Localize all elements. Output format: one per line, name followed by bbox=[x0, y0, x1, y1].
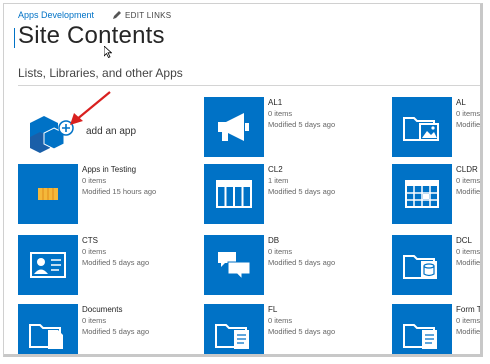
breadcrumb-site-link[interactable]: Apps Development bbox=[18, 10, 94, 20]
app-tile-square[interactable] bbox=[204, 164, 264, 224]
tile-title[interactable]: AL bbox=[456, 97, 480, 108]
app-tile-square[interactable] bbox=[18, 164, 78, 224]
tile-title[interactable]: DCL bbox=[456, 235, 480, 246]
tile-modified: Modified 5 days ago bbox=[456, 258, 483, 267]
form-library-icon bbox=[215, 324, 249, 349]
app-tile-square[interactable] bbox=[392, 235, 452, 295]
tile-title[interactable]: CLDR bbox=[456, 164, 480, 175]
app-catalog-icon bbox=[38, 188, 58, 200]
page-title: Site Contents bbox=[18, 22, 165, 49]
tile-info: CLDR 0 items Modified 5 days ago bbox=[456, 164, 483, 197]
app-tile-square[interactable] bbox=[204, 304, 264, 354]
mouse-cursor-icon bbox=[104, 46, 112, 58]
title-accent-line bbox=[14, 28, 15, 48]
tile-modified: Modified 5 days ago bbox=[456, 327, 483, 336]
custom-list-icon bbox=[216, 180, 252, 208]
app-tile-square[interactable] bbox=[18, 304, 78, 354]
tile-modified: Modified 5 days ago bbox=[456, 120, 483, 129]
section-heading: Lists, Libraries, and other Apps bbox=[18, 66, 183, 80]
app-tile-square[interactable] bbox=[18, 235, 78, 295]
tile-item-count: 0 items bbox=[456, 176, 481, 185]
section-divider bbox=[18, 85, 480, 86]
megaphone-icon bbox=[218, 113, 249, 141]
site-contents-window: Apps Development EDIT LINKS Site Content… bbox=[3, 3, 483, 357]
document-library-icon bbox=[29, 324, 63, 349]
form-library-icon bbox=[403, 324, 437, 349]
tile-item-count: 0 items bbox=[456, 109, 481, 118]
discussion-board-icon bbox=[218, 252, 251, 281]
tile-info: DCL 0 items Modified 5 days ago bbox=[456, 235, 483, 268]
annotation-arrow bbox=[70, 91, 111, 125]
tile-modified: Modified 5 days ago bbox=[456, 187, 483, 196]
contacts-icon bbox=[30, 252, 66, 278]
tile-item-count: 0 items bbox=[456, 247, 481, 256]
edit-links-button[interactable]: EDIT LINKS bbox=[112, 10, 171, 20]
app-tile-square[interactable] bbox=[204, 235, 264, 295]
tile-title[interactable]: Form T bbox=[456, 304, 480, 315]
tile-info: AL 0 items Modified 5 days ago bbox=[456, 97, 483, 130]
app-tile-square[interactable] bbox=[392, 304, 452, 354]
tile-item-count: 0 items bbox=[456, 316, 481, 325]
pencil-icon bbox=[113, 11, 121, 19]
calendar-icon bbox=[405, 180, 439, 208]
picture-library-icon bbox=[403, 117, 439, 141]
app-tile-square[interactable] bbox=[392, 164, 452, 224]
data-connection-library-icon bbox=[403, 255, 437, 279]
edit-links-label: EDIT LINKS bbox=[125, 11, 172, 20]
app-tile-square[interactable] bbox=[204, 97, 264, 157]
tile-info: Form T 0 items Modified 5 days ago bbox=[456, 304, 483, 337]
app-tile-square[interactable] bbox=[392, 97, 452, 157]
